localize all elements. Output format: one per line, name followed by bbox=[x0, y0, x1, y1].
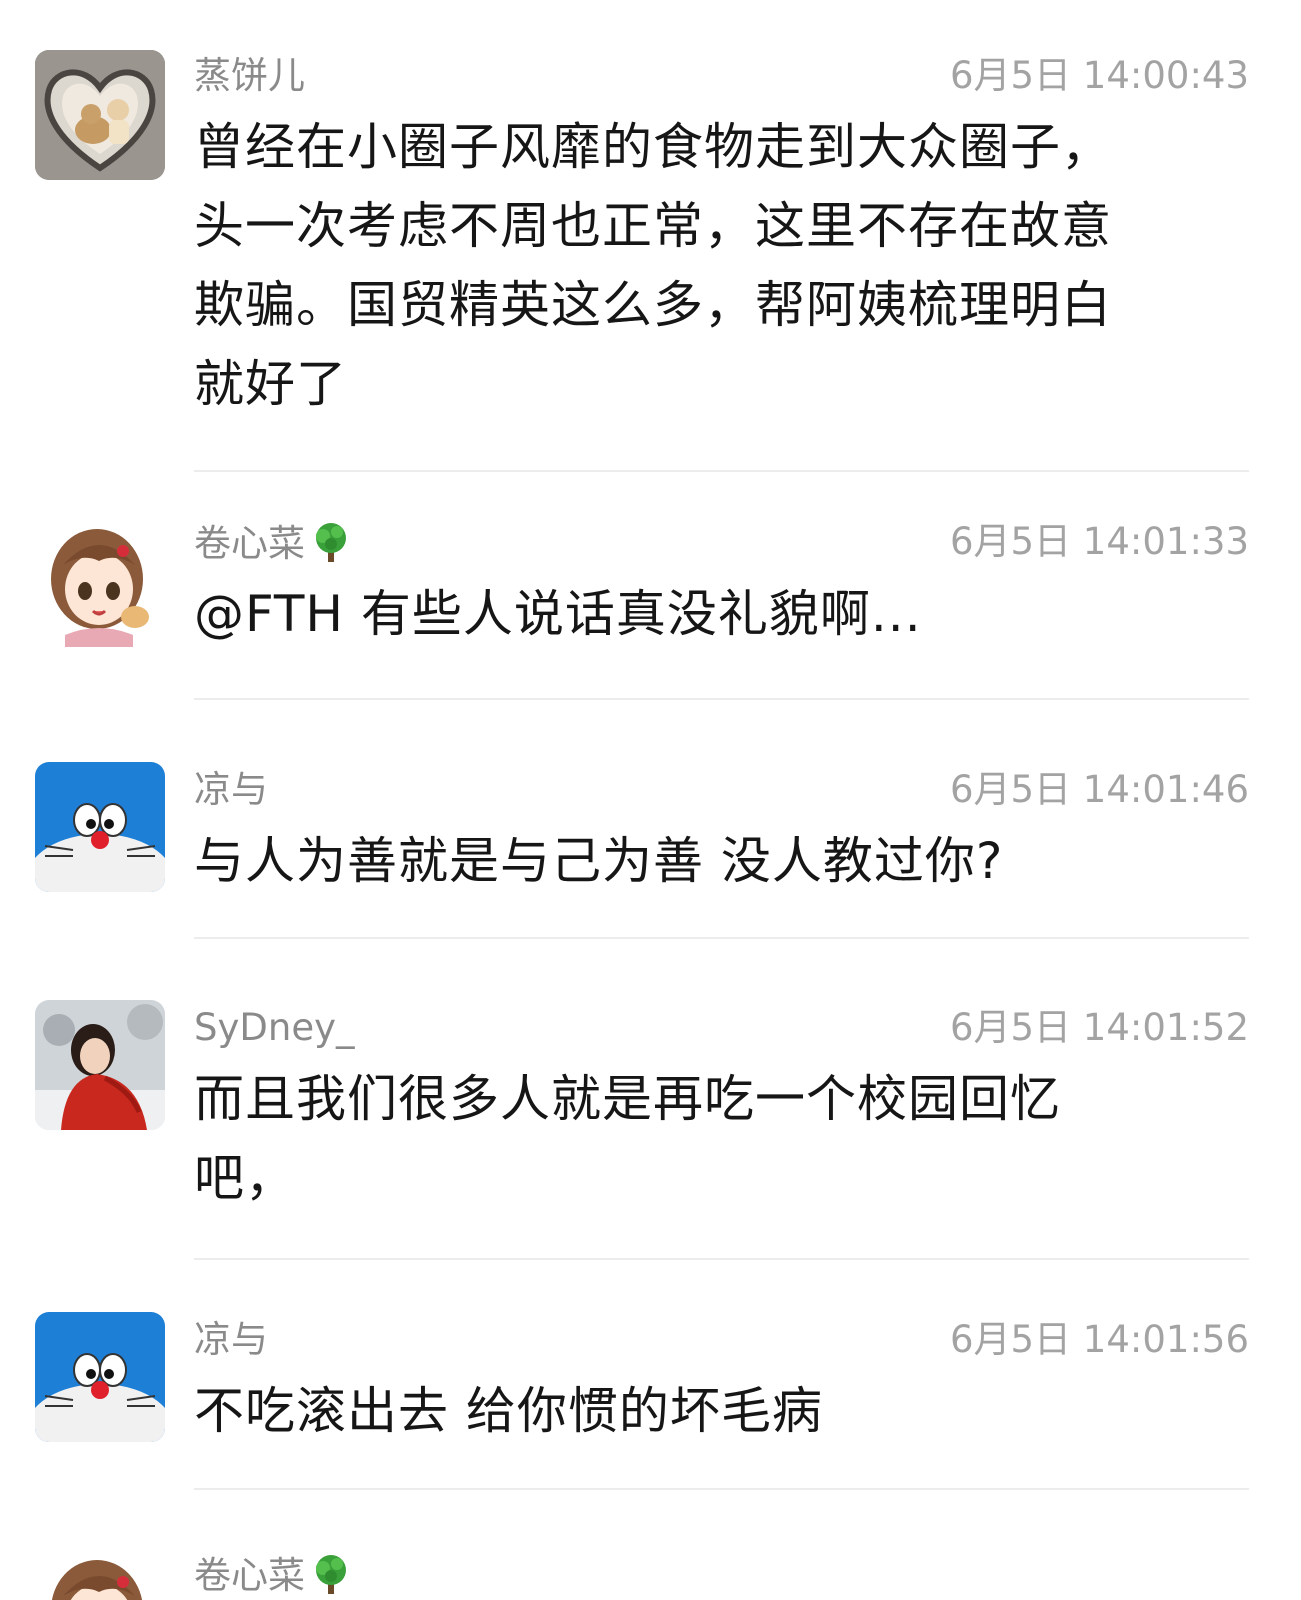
message-line: 吧， bbox=[194, 1149, 296, 1207]
doraemon-avatar-icon bbox=[35, 1312, 165, 1442]
sender-name[interactable]: 凉与 bbox=[194, 1318, 268, 1362]
user-avatar[interactable] bbox=[35, 517, 165, 647]
doraemon-avatar-icon bbox=[35, 762, 165, 892]
message-timestamp: 6月5日 14:01:46 bbox=[949, 768, 1249, 811]
user-avatar[interactable] bbox=[35, 1548, 165, 1600]
message-line: @FTH 有些人说话真没礼貌啊... bbox=[194, 585, 922, 643]
user-avatar[interactable] bbox=[35, 762, 165, 892]
sender-name[interactable]: 凉与 bbox=[194, 768, 268, 812]
sender-name[interactable]: 蒸饼儿 bbox=[194, 54, 305, 98]
divider bbox=[194, 470, 1249, 472]
message-text: 不吃滚出去 给你惯的坏毛病 bbox=[194, 1372, 1234, 1451]
message-line: 就好了 bbox=[194, 355, 347, 413]
message-line: 曾经在小圈子风靡的食物走到大众圈子， bbox=[194, 118, 1112, 176]
tree-icon bbox=[316, 1555, 346, 1594]
message-text: 而且我们很多人就是再吃一个校园回忆 吧， bbox=[194, 1060, 1234, 1218]
divider bbox=[194, 698, 1249, 700]
sender-name[interactable]: 卷心菜 bbox=[194, 1552, 353, 1598]
message-timestamp: 6月5日 14:00:43 bbox=[949, 54, 1249, 97]
message-timestamp: 6月5日 14:01:56 bbox=[949, 1318, 1249, 1361]
sender-name-label: 卷心菜 bbox=[194, 522, 305, 565]
message-text: 与人为善就是与己为善 没人教过你? bbox=[194, 822, 1234, 901]
user-avatar[interactable] bbox=[35, 50, 165, 180]
divider bbox=[194, 937, 1249, 939]
anime-girl-avatar-icon bbox=[35, 1548, 165, 1600]
message-line: 欺骗。国贸精英这么多，帮阿姨梳理明白 bbox=[194, 276, 1112, 334]
message-text: 曾经在小圈子风靡的食物走到大众圈子， 头一次考虑不周也正常，这里不存在故意 欺骗… bbox=[194, 108, 1234, 424]
divider bbox=[194, 1488, 1249, 1490]
message-timestamp: 6月5日 14:01:52 bbox=[949, 1006, 1249, 1049]
tree-icon bbox=[316, 523, 346, 562]
sender-name[interactable]: 卷心菜 bbox=[194, 520, 353, 566]
message-timestamp: 6月5日 14:01:33 bbox=[949, 520, 1249, 563]
message-line: 与人为善就是与己为善 没人教过你? bbox=[194, 832, 1004, 890]
anime-girl-avatar-icon bbox=[35, 517, 165, 647]
message-text: @FTH 有些人说话真没礼貌啊... bbox=[194, 575, 1234, 654]
heart-frame-cat-avatar-icon bbox=[35, 50, 165, 180]
message-line: 不吃滚出去 给你惯的坏毛病 bbox=[194, 1382, 823, 1440]
woman-red-coat-avatar-icon bbox=[35, 1000, 165, 1130]
divider bbox=[194, 1258, 1249, 1260]
user-avatar[interactable] bbox=[35, 1312, 165, 1442]
sender-name[interactable]: SyDney_ bbox=[194, 1006, 354, 1050]
message-line: 而且我们很多人就是再吃一个校园回忆 bbox=[194, 1070, 1061, 1128]
user-avatar[interactable] bbox=[35, 1000, 165, 1130]
sender-name-label: 卷心菜 bbox=[194, 1554, 305, 1597]
message-line: 头一次考虑不周也正常，这里不存在故意 bbox=[194, 197, 1112, 255]
